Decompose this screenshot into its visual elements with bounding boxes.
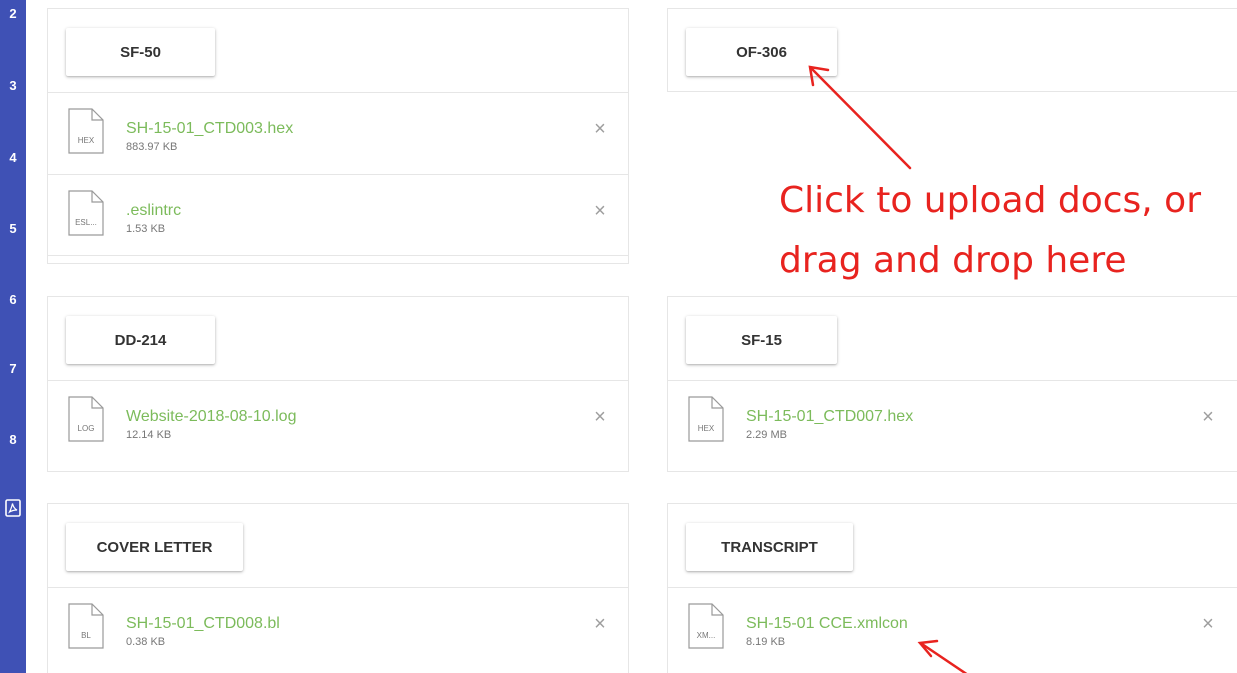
- transcript-upload-button[interactable]: TRANSCRIPT: [686, 523, 853, 571]
- panel-transcript[interactable]: TRANSCRIPT XM... SH-15-01 CCE.xmlcon 8.1…: [667, 503, 1237, 673]
- file-size: 12.14 KB: [126, 429, 172, 441]
- file-name-link[interactable]: SH-15-01 CCE.xmlcon: [746, 615, 908, 633]
- annotation-line-1: Click to upload docs, or: [779, 180, 1201, 221]
- svg-text:BL: BL: [81, 631, 91, 640]
- file-name-link[interactable]: SH-15-01_CTD007.hex: [746, 408, 913, 426]
- bl-file-icon: BL: [68, 603, 104, 649]
- file-name-link[interactable]: SH-15-01_CTD003.hex: [126, 120, 293, 138]
- file-row: LOG Website-2018-08-10.log 12.14 KB ×: [48, 381, 628, 459]
- remove-file-button[interactable]: ×: [592, 119, 608, 139]
- panel-of-306[interactable]: OF-306: [667, 8, 1237, 92]
- annotation-line-2: drag and drop here: [779, 240, 1127, 281]
- file-row: HEX SH-15-01_CTD007.hex 2.29 MB ×: [668, 381, 1237, 459]
- divider: [48, 255, 628, 256]
- step-number-8[interactable]: 8: [0, 432, 26, 447]
- file-size: 2.29 MB: [746, 429, 787, 441]
- file-size: 0.38 KB: [126, 636, 166, 648]
- of-306-upload-button[interactable]: OF-306: [686, 28, 837, 76]
- svg-text:HEX: HEX: [78, 136, 95, 145]
- sf-50-upload-button[interactable]: SF-50: [66, 28, 215, 76]
- remove-file-button[interactable]: ×: [592, 614, 608, 634]
- file-row: HEX SH-15-01_CTD003.hex 883.97 KB ×: [48, 93, 628, 171]
- file-row: ESL... .eslintrc 1.53 KB ×: [48, 175, 628, 253]
- xml-file-icon: XM...: [688, 603, 724, 649]
- cover-letter-upload-button[interactable]: COVER LETTER: [66, 523, 243, 571]
- step-number-6[interactable]: 6: [0, 292, 26, 307]
- panel-sf-15[interactable]: SF-15 HEX SH-15-01_CTD007.hex 2.29 MB ×: [667, 296, 1237, 472]
- file-row: BL SH-15-01_CTD008.bl 0.38 KB ×: [48, 588, 628, 666]
- remove-file-button[interactable]: ×: [1200, 614, 1216, 634]
- eslint-file-icon: ESL...: [68, 190, 104, 236]
- panel-sf-50[interactable]: SF-50 HEX SH-15-01_CTD003.hex 883.97 KB …: [47, 8, 629, 264]
- hex-file-icon: HEX: [68, 108, 104, 154]
- step-number-2[interactable]: 2: [0, 6, 26, 21]
- remove-file-button[interactable]: ×: [592, 407, 608, 427]
- file-row: XM... SH-15-01 CCE.xmlcon 8.19 KB ×: [668, 588, 1237, 666]
- step-number-3[interactable]: 3: [0, 78, 26, 93]
- remove-file-button[interactable]: ×: [1200, 407, 1216, 427]
- panel-cover-letter[interactable]: COVER LETTER BL SH-15-01_CTD008.bl 0.38 …: [47, 503, 629, 673]
- step-number-5[interactable]: 5: [0, 221, 26, 236]
- svg-text:XM...: XM...: [697, 631, 716, 640]
- remove-file-button[interactable]: ×: [592, 201, 608, 221]
- svg-text:LOG: LOG: [78, 424, 95, 433]
- file-size: 1.53 KB: [126, 223, 166, 235]
- step-rail: 2 3 4 5 6 7 8: [0, 0, 26, 673]
- file-name-link[interactable]: Website-2018-08-10.log: [126, 408, 296, 426]
- pdf-icon[interactable]: [5, 499, 21, 517]
- panel-dd-214[interactable]: DD-214 LOG Website-2018-08-10.log 12.14 …: [47, 296, 629, 472]
- file-size: 8.19 KB: [746, 636, 786, 648]
- svg-text:HEX: HEX: [698, 424, 715, 433]
- hex-file-icon: HEX: [688, 396, 724, 442]
- log-file-icon: LOG: [68, 396, 104, 442]
- file-size: 883.97 KB: [126, 141, 178, 153]
- dd-214-upload-button[interactable]: DD-214: [66, 316, 215, 364]
- step-number-4[interactable]: 4: [0, 150, 26, 165]
- sf-15-upload-button[interactable]: SF-15: [686, 316, 837, 364]
- svg-text:ESL...: ESL...: [75, 218, 97, 227]
- step-number-7[interactable]: 7: [0, 361, 26, 376]
- file-name-link[interactable]: SH-15-01_CTD008.bl: [126, 615, 280, 633]
- file-name-link[interactable]: .eslintrc: [126, 202, 181, 220]
